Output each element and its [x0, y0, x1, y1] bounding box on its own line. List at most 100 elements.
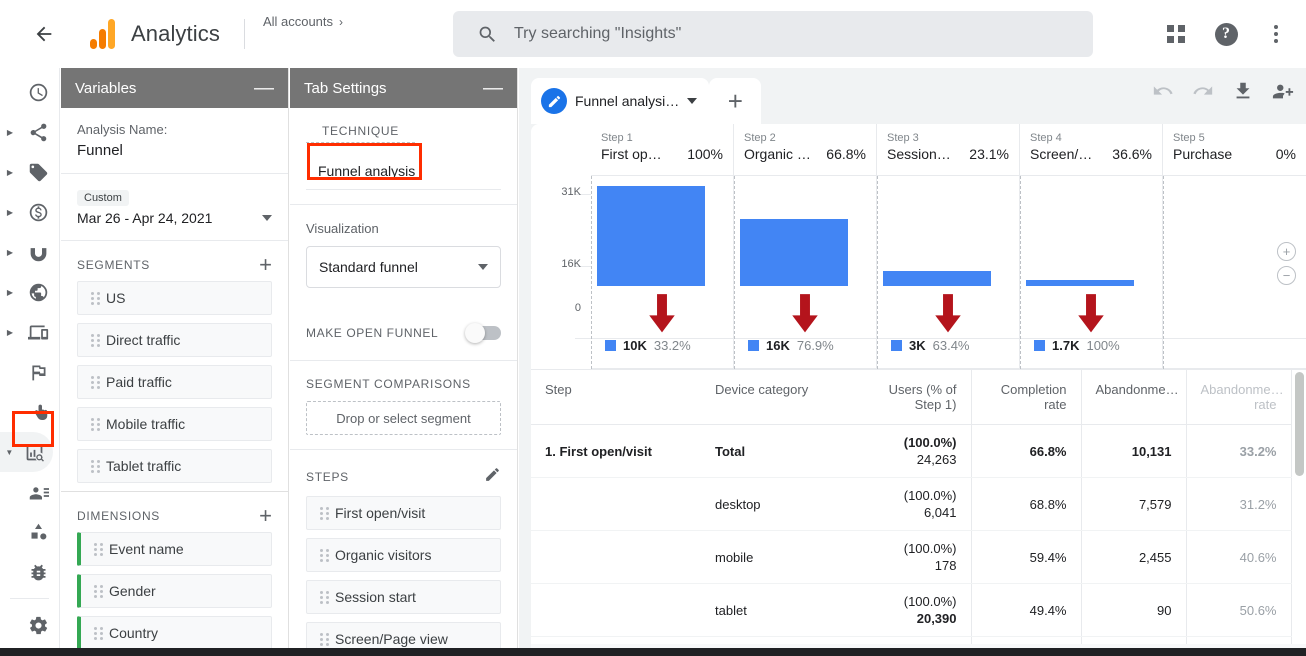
- sidebar-item-realtime[interactable]: [0, 72, 59, 112]
- date-range-section[interactable]: Custom Mar 26 - Apr 24, 2021: [61, 174, 288, 241]
- list-item[interactable]: Event name: [77, 532, 272, 566]
- sidebar-item-engagement[interactable]: ▶: [0, 152, 59, 192]
- arrow-down-icon: [1078, 294, 1104, 333]
- drag-handle-icon[interactable]: [87, 626, 109, 640]
- arrow-back-icon: [36, 26, 52, 41]
- cell-users: (100.0%) 24,263: [851, 424, 972, 478]
- segment-dropzone[interactable]: Drop or select segment: [306, 401, 501, 435]
- column-header-users[interactable]: Users (% of Step 1): [851, 370, 972, 425]
- list-item[interactable]: Mobile traffic: [77, 407, 272, 441]
- caret-down-icon[interactable]: [687, 98, 698, 104]
- cell-abandonments: 10,131: [1081, 424, 1187, 478]
- funnel-step-1[interactable]: Step 1 First op… 100% 10K 33.2%: [591, 124, 734, 369]
- sidebar-item-tech[interactable]: ▶: [0, 312, 59, 352]
- zoom-in-button[interactable]: +: [1277, 242, 1296, 261]
- drag-handle-icon[interactable]: [84, 333, 106, 347]
- drag-handle-icon[interactable]: [313, 632, 335, 646]
- list-item[interactable]: Organic visitors: [306, 538, 501, 572]
- drag-handle-icon[interactable]: [84, 459, 106, 473]
- list-item[interactable]: US: [77, 281, 272, 315]
- list-item[interactable]: Paid traffic: [77, 365, 272, 399]
- table-row[interactable]: tablet (100.0%) 20,390 49.4% 90 50.6%: [531, 583, 1292, 637]
- visualization-select[interactable]: Standard funnel: [306, 246, 501, 288]
- funnel-step-2[interactable]: Step 2 Organic … 66.8% 16K 76.9%: [734, 124, 877, 369]
- sidebar-item-monetization[interactable]: ▶: [0, 192, 59, 232]
- edit-steps-button[interactable]: [484, 466, 501, 488]
- funnel-bar[interactable]: [597, 186, 705, 286]
- drag-handle-icon[interactable]: [313, 548, 335, 562]
- tab-funnel-analysis[interactable]: Funnel analysi…: [531, 78, 710, 124]
- list-item[interactable]: Country: [77, 616, 272, 650]
- dimensions-label: DIMENSIONS: [77, 509, 161, 523]
- column-header-abandonments[interactable]: Abandonme…: [1081, 370, 1187, 425]
- segments-label: SEGMENTS: [77, 258, 150, 272]
- cell-device: mobile: [701, 530, 851, 584]
- analysis-name-value[interactable]: Funnel: [77, 142, 272, 159]
- date-range-row[interactable]: Mar 26 - Apr 24, 2021: [77, 210, 272, 226]
- tab-settings-panel: Tab Settings — TECHNIQUE Funnel analysis…: [290, 68, 518, 656]
- variables-minimize-button[interactable]: —: [254, 78, 274, 98]
- column-header-completion-rate[interactable]: Completion rate: [971, 370, 1082, 425]
- table-row[interactable]: mobile (100.0%) 178 59.4% 2,455 40.6%: [531, 530, 1292, 584]
- list-item[interactable]: Gender: [77, 574, 272, 608]
- sidebar-item-events[interactable]: [0, 352, 59, 392]
- column-header-device[interactable]: Device category: [701, 370, 851, 425]
- download-button[interactable]: [1232, 80, 1254, 107]
- sidebar-item-conversions[interactable]: [0, 392, 59, 432]
- make-open-funnel-row: MAKE OPEN FUNNEL: [290, 304, 517, 361]
- shapes-icon: [18, 522, 58, 543]
- list-item[interactable]: Direct traffic: [77, 323, 272, 357]
- tab-settings-minimize-button[interactable]: —: [483, 78, 503, 98]
- step-header: Step 5 Purchase 0%: [1163, 124, 1306, 176]
- sidebar-item-admin[interactable]: [0, 605, 59, 645]
- funnel-step-3[interactable]: Step 3 Session… 23.1% 3K 63.4%: [877, 124, 1020, 369]
- drag-handle-icon[interactable]: [313, 506, 335, 520]
- zoom-out-button[interactable]: −: [1277, 266, 1296, 285]
- column-header-step[interactable]: Step: [531, 370, 701, 425]
- sidebar-item-retention[interactable]: ▶: [0, 232, 59, 272]
- cell-abandonments: 2,455: [1081, 530, 1187, 584]
- redo-button[interactable]: [1192, 80, 1214, 107]
- column-header-abandonment-rate[interactable]: Abandonme… rate: [1186, 370, 1292, 425]
- account-breadcrumb[interactable]: All accounts ›: [263, 14, 343, 29]
- column-label-2: Step 1): [914, 397, 957, 412]
- sidebar-item-debugview[interactable]: [0, 552, 59, 592]
- sidebar-item-acquisition[interactable]: ▶: [0, 112, 59, 152]
- drag-handle-icon[interactable]: [87, 542, 109, 556]
- add-segment-button[interactable]: +: [259, 254, 272, 276]
- sidebar-item-explore[interactable]: ▼: [0, 432, 53, 472]
- undo-button[interactable]: [1152, 80, 1174, 107]
- drag-handle-icon[interactable]: [313, 590, 335, 604]
- make-open-funnel-toggle[interactable]: [465, 323, 501, 343]
- step-percent: 66.8%: [826, 146, 866, 162]
- share-button[interactable]: [1272, 80, 1294, 107]
- flag-icon: [18, 362, 58, 383]
- funnel-bar[interactable]: [883, 271, 991, 286]
- table-row[interactable]: 1. First open/visit Total (100.0%) 24,26…: [531, 424, 1292, 478]
- segment-label: Tablet traffic: [106, 458, 182, 474]
- add-tab-button[interactable]: +: [709, 78, 762, 124]
- sidebar-item-demographics[interactable]: ▶: [0, 272, 59, 312]
- table-row[interactable]: desktop (100.0%) 6,041 68.8% 7,579 31.2%: [531, 477, 1292, 531]
- search-box[interactable]: Try searching "Insights": [453, 11, 1093, 57]
- list-item[interactable]: Session start: [306, 580, 501, 614]
- add-dimension-button[interactable]: +: [259, 505, 272, 527]
- drag-handle-icon[interactable]: [84, 417, 106, 431]
- table-scrollbar-track[interactable]: [1293, 370, 1306, 656]
- drag-handle-icon[interactable]: [87, 584, 109, 598]
- funnel-step-4[interactable]: Step 4 Screen/… 36.6% 1.7K 100%: [1020, 124, 1163, 369]
- sidebar-item-advertising[interactable]: [0, 512, 59, 552]
- table-scrollbar-thumb[interactable]: [1295, 372, 1304, 476]
- back-button[interactable]: [0, 0, 88, 68]
- funnel-bar[interactable]: [740, 219, 848, 286]
- caret-down-icon: ▼: [5, 447, 14, 457]
- technique-value[interactable]: Funnel analysis: [306, 153, 501, 190]
- apps-grid-button[interactable]: [1156, 14, 1196, 54]
- drag-handle-icon[interactable]: [84, 291, 106, 305]
- list-item[interactable]: First open/visit: [306, 496, 501, 530]
- more-options-button[interactable]: [1256, 14, 1296, 54]
- help-button[interactable]: ?: [1206, 14, 1246, 54]
- list-item[interactable]: Tablet traffic: [77, 449, 272, 483]
- drag-handle-icon[interactable]: [84, 375, 106, 389]
- sidebar-item-audiences[interactable]: [0, 472, 59, 512]
